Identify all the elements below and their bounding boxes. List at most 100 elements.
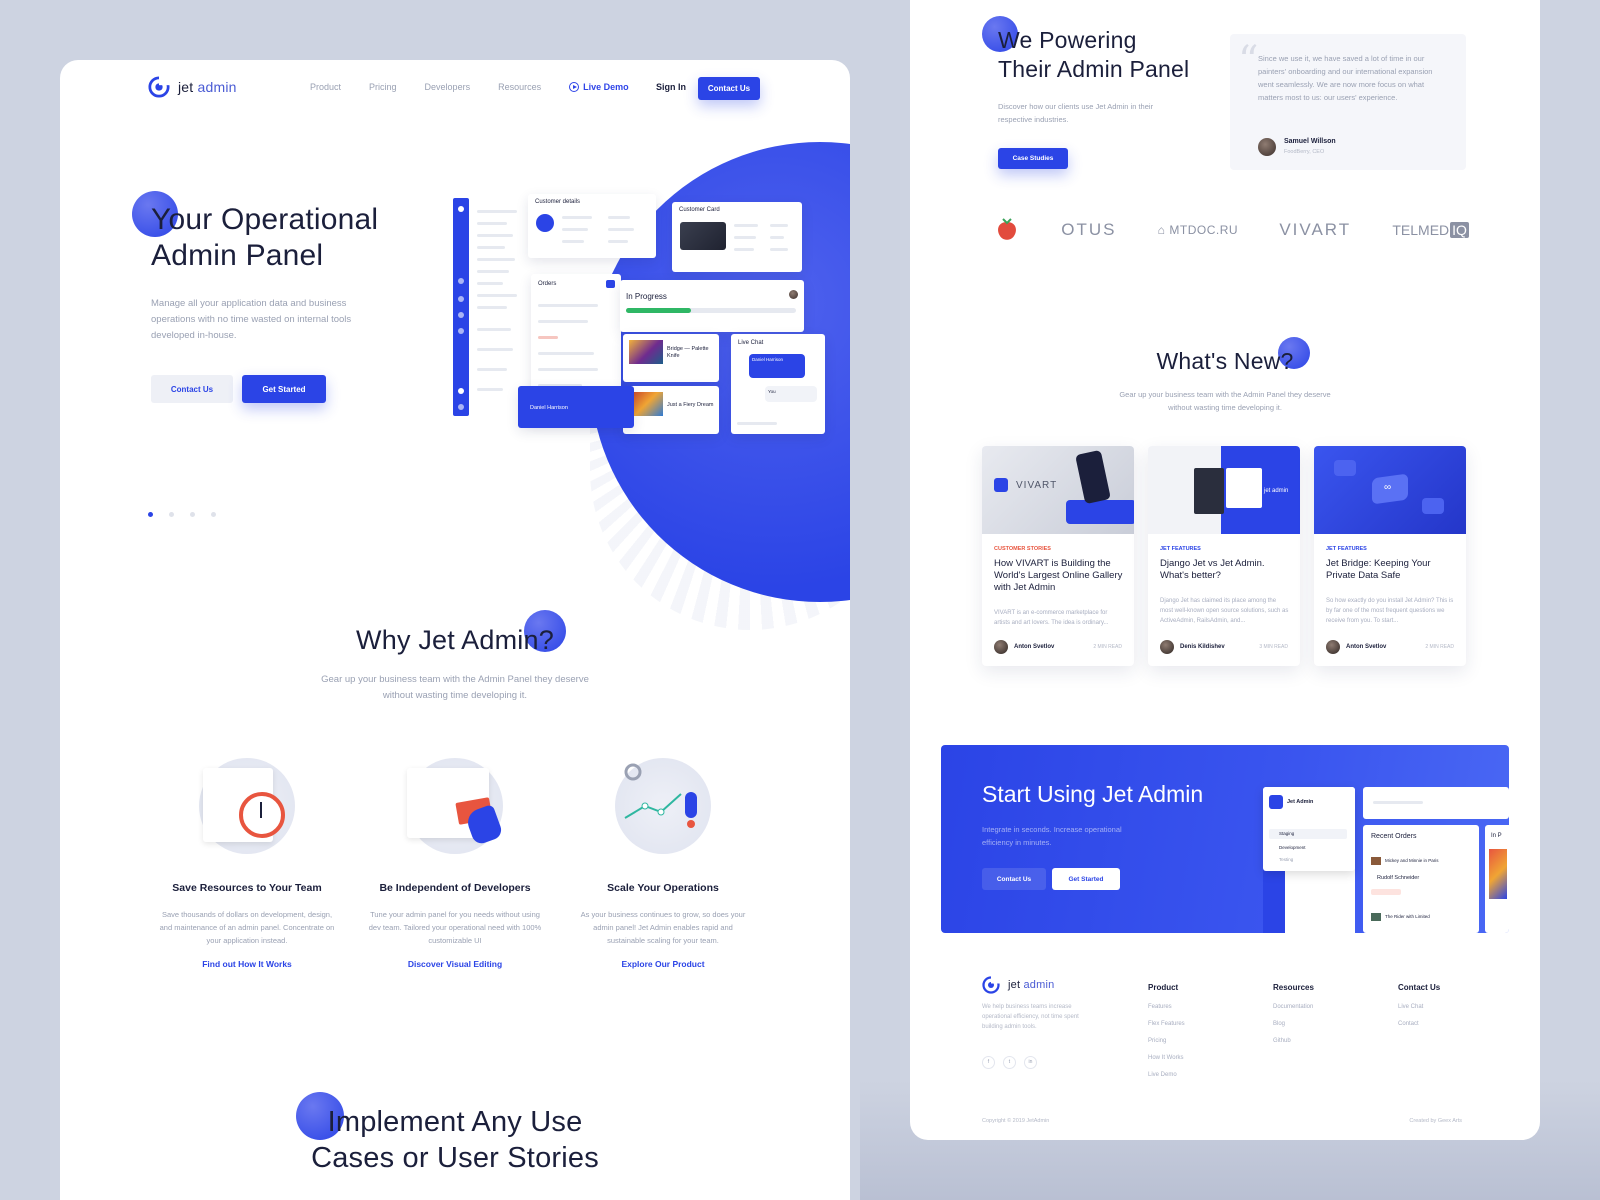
footer-resources-column: Resources Documentation Blog Github	[1273, 983, 1314, 1055]
footer-product-column: Product Features Flex Features Pricing H…	[1148, 983, 1185, 1089]
testimonial-card: “ Since we use it, we have saved a lot o…	[1230, 34, 1466, 170]
footer-link-blog[interactable]: Blog	[1273, 1021, 1314, 1027]
logo[interactable]: jet admin	[148, 76, 237, 98]
status-badge	[1371, 889, 1401, 895]
article-card-vivart[interactable]: VIVART CUSTOMER STORIES How VIVART is Bu…	[982, 446, 1134, 666]
link-icon: ∞	[1384, 482, 1392, 493]
logo-text: jet admin	[1008, 979, 1055, 991]
hero-get-started-button[interactable]: Get Started	[242, 375, 326, 403]
footer-link-contact[interactable]: Contact	[1398, 1021, 1440, 1027]
mock-env-panel: Jet Admin Staging Development Testing	[1263, 787, 1355, 933]
chat-name: Daniel Harrison	[752, 357, 784, 362]
footer-resources-title: Resources	[1273, 983, 1314, 992]
mock-partial-card: In P	[1485, 825, 1509, 933]
feature-text: Tune your admin panel for you needs with…	[368, 910, 542, 945]
twitter-icon[interactable]: t	[1003, 1055, 1016, 1069]
footer-link-live-demo[interactable]: Live Demo	[1148, 1072, 1185, 1078]
nav-pricing[interactable]: Pricing	[369, 82, 397, 92]
read-time: 2 MIN READ	[1093, 644, 1122, 650]
cta-contact-button[interactable]: Contact Us	[982, 868, 1046, 890]
slider-dot-2[interactable]	[169, 512, 174, 517]
whats-new-subtitle: Gear up your business team with the Admi…	[1119, 390, 1331, 412]
footer-logo[interactable]: jet admin	[982, 976, 1054, 994]
sign-in-link[interactable]: Sign In	[656, 82, 686, 92]
author-avatar	[1258, 138, 1276, 156]
nav-developers[interactable]: Developers	[425, 82, 471, 92]
article-tag: JET FEATURES	[1160, 546, 1201, 552]
order-thumbnail	[1371, 857, 1381, 865]
discover-visual-editing-link[interactable]: Discover Visual Editing	[360, 959, 550, 969]
footer-link-github[interactable]: Github	[1273, 1038, 1314, 1044]
order-thumbnail	[1371, 913, 1381, 921]
article-image: ∞	[1314, 446, 1466, 534]
nav-resources[interactable]: Resources	[498, 82, 541, 92]
cube-shape	[1334, 460, 1356, 476]
in-progress-title: In Progress	[626, 292, 667, 301]
footer-link-flex-features[interactable]: Flex Features	[1148, 1021, 1185, 1027]
implement-line2: Cases or User Stories	[311, 1142, 599, 1174]
contact-us-button[interactable]: Contact Us	[698, 77, 760, 100]
footer-link-how-it-works[interactable]: How It Works	[1148, 1055, 1185, 1061]
landing-page-right: We Powering Their Admin Panel Discover h…	[910, 0, 1540, 1140]
footer-link-features[interactable]: Features	[1148, 1004, 1185, 1010]
footer-link-live-chat[interactable]: Live Chat	[1398, 1004, 1440, 1010]
mock-item-card-2: Just a Fiery Dream	[623, 386, 719, 434]
admin-window	[1226, 468, 1262, 508]
feature-scale: Scale Your Operations As your business c…	[568, 758, 758, 969]
author-avatar	[1326, 640, 1340, 654]
cta-get-started-button[interactable]: Get Started	[1052, 868, 1120, 890]
author-name: Anton Svetlov	[1014, 644, 1055, 650]
nav-live-demo[interactable]: Live Demo	[569, 82, 629, 92]
article-title: How VIVART is Building the World's Large…	[994, 558, 1123, 593]
nav-product[interactable]: Product	[310, 82, 341, 92]
author-role: FoodBerry, CEO	[1284, 149, 1325, 155]
facebook-icon[interactable]: f	[982, 1055, 995, 1069]
footer-contact-title: Contact Us	[1398, 983, 1441, 992]
article-card-django[interactable]: jet admin JET FEATURES Django Jet vs Jet…	[1148, 446, 1300, 666]
powering-line2: Their Admin Panel	[998, 56, 1190, 82]
footer-tagline: We help business teams increase operatio…	[982, 1004, 1079, 1030]
slider-dot-3[interactable]	[190, 512, 195, 517]
painting-thumbnail	[1489, 849, 1507, 899]
hand-card-illustration-icon	[407, 758, 504, 854]
footer-product-title: Product	[1148, 983, 1179, 992]
article-card-bridge[interactable]: ∞ JET FEATURES Jet Bridge: Keeping Your …	[1314, 446, 1466, 666]
otus-logo: OTUS	[1061, 220, 1117, 239]
clock-illustration-icon	[199, 758, 295, 854]
telmed-logo: TELMED IQ	[1392, 222, 1469, 238]
case-studies-button[interactable]: Case Studies	[998, 148, 1068, 169]
hero-slider-dots	[148, 512, 216, 517]
footer-link-pricing[interactable]: Pricing	[1148, 1038, 1185, 1044]
order1-title: Mickey and Minnie in Paris	[1385, 858, 1439, 863]
footer-link-documentation[interactable]: Documentation	[1273, 1004, 1314, 1010]
read-time: 2 MIN READ	[1425, 644, 1454, 650]
feature-save-resources: Save Resources to Your Team Save thousan…	[152, 758, 342, 969]
slider-dot-4[interactable]	[211, 512, 216, 517]
powering-title: We Powering Their Admin Panel	[998, 26, 1189, 84]
sofa-shape	[1066, 500, 1134, 524]
jet-admin-logo-icon	[982, 976, 1000, 994]
mock-live-chat: Live Chat Daniel Harrison You	[731, 334, 825, 434]
article-author: Anton Svetlov	[994, 640, 1054, 654]
cta-description: Integrate in seconds. Increase operation…	[982, 825, 1122, 847]
why-subtitle: Gear up your business team with the Admi…	[321, 674, 589, 701]
explore-product-link[interactable]: Explore Our Product	[568, 959, 758, 969]
item1-title: Bridge — Palette Knife	[667, 346, 709, 359]
linkedin-icon[interactable]: in	[1024, 1055, 1037, 1069]
author-name: Samuel Willson	[1284, 138, 1336, 145]
mock-in-progress: In Progress	[620, 280, 804, 332]
mock-item-card-1: Bridge — Palette Knife	[623, 334, 719, 382]
feature-text: As your business continues to grow, so d…	[580, 910, 746, 945]
hero-title-line1: Your Operational	[151, 203, 379, 236]
hero-title-line2: Admin Panel	[151, 239, 324, 272]
testimonial-text: Since we use it, we have saved a lot of …	[1258, 54, 1433, 102]
hero-contact-button[interactable]: Contact Us	[151, 375, 233, 403]
implement-title: Implement Any Use Cases or User Stories	[60, 1104, 850, 1176]
main-nav: Product Pricing Developers Resources Liv…	[310, 82, 629, 92]
partial-card-title: In P	[1491, 833, 1502, 839]
code-window	[1194, 468, 1224, 514]
slider-dot-1[interactable]	[148, 512, 153, 517]
footer-contact-column: Contact Us Live Chat Contact	[1398, 983, 1440, 1038]
find-out-how-link[interactable]: Find out How It Works	[152, 959, 342, 969]
jet-logo-icon	[994, 478, 1008, 492]
